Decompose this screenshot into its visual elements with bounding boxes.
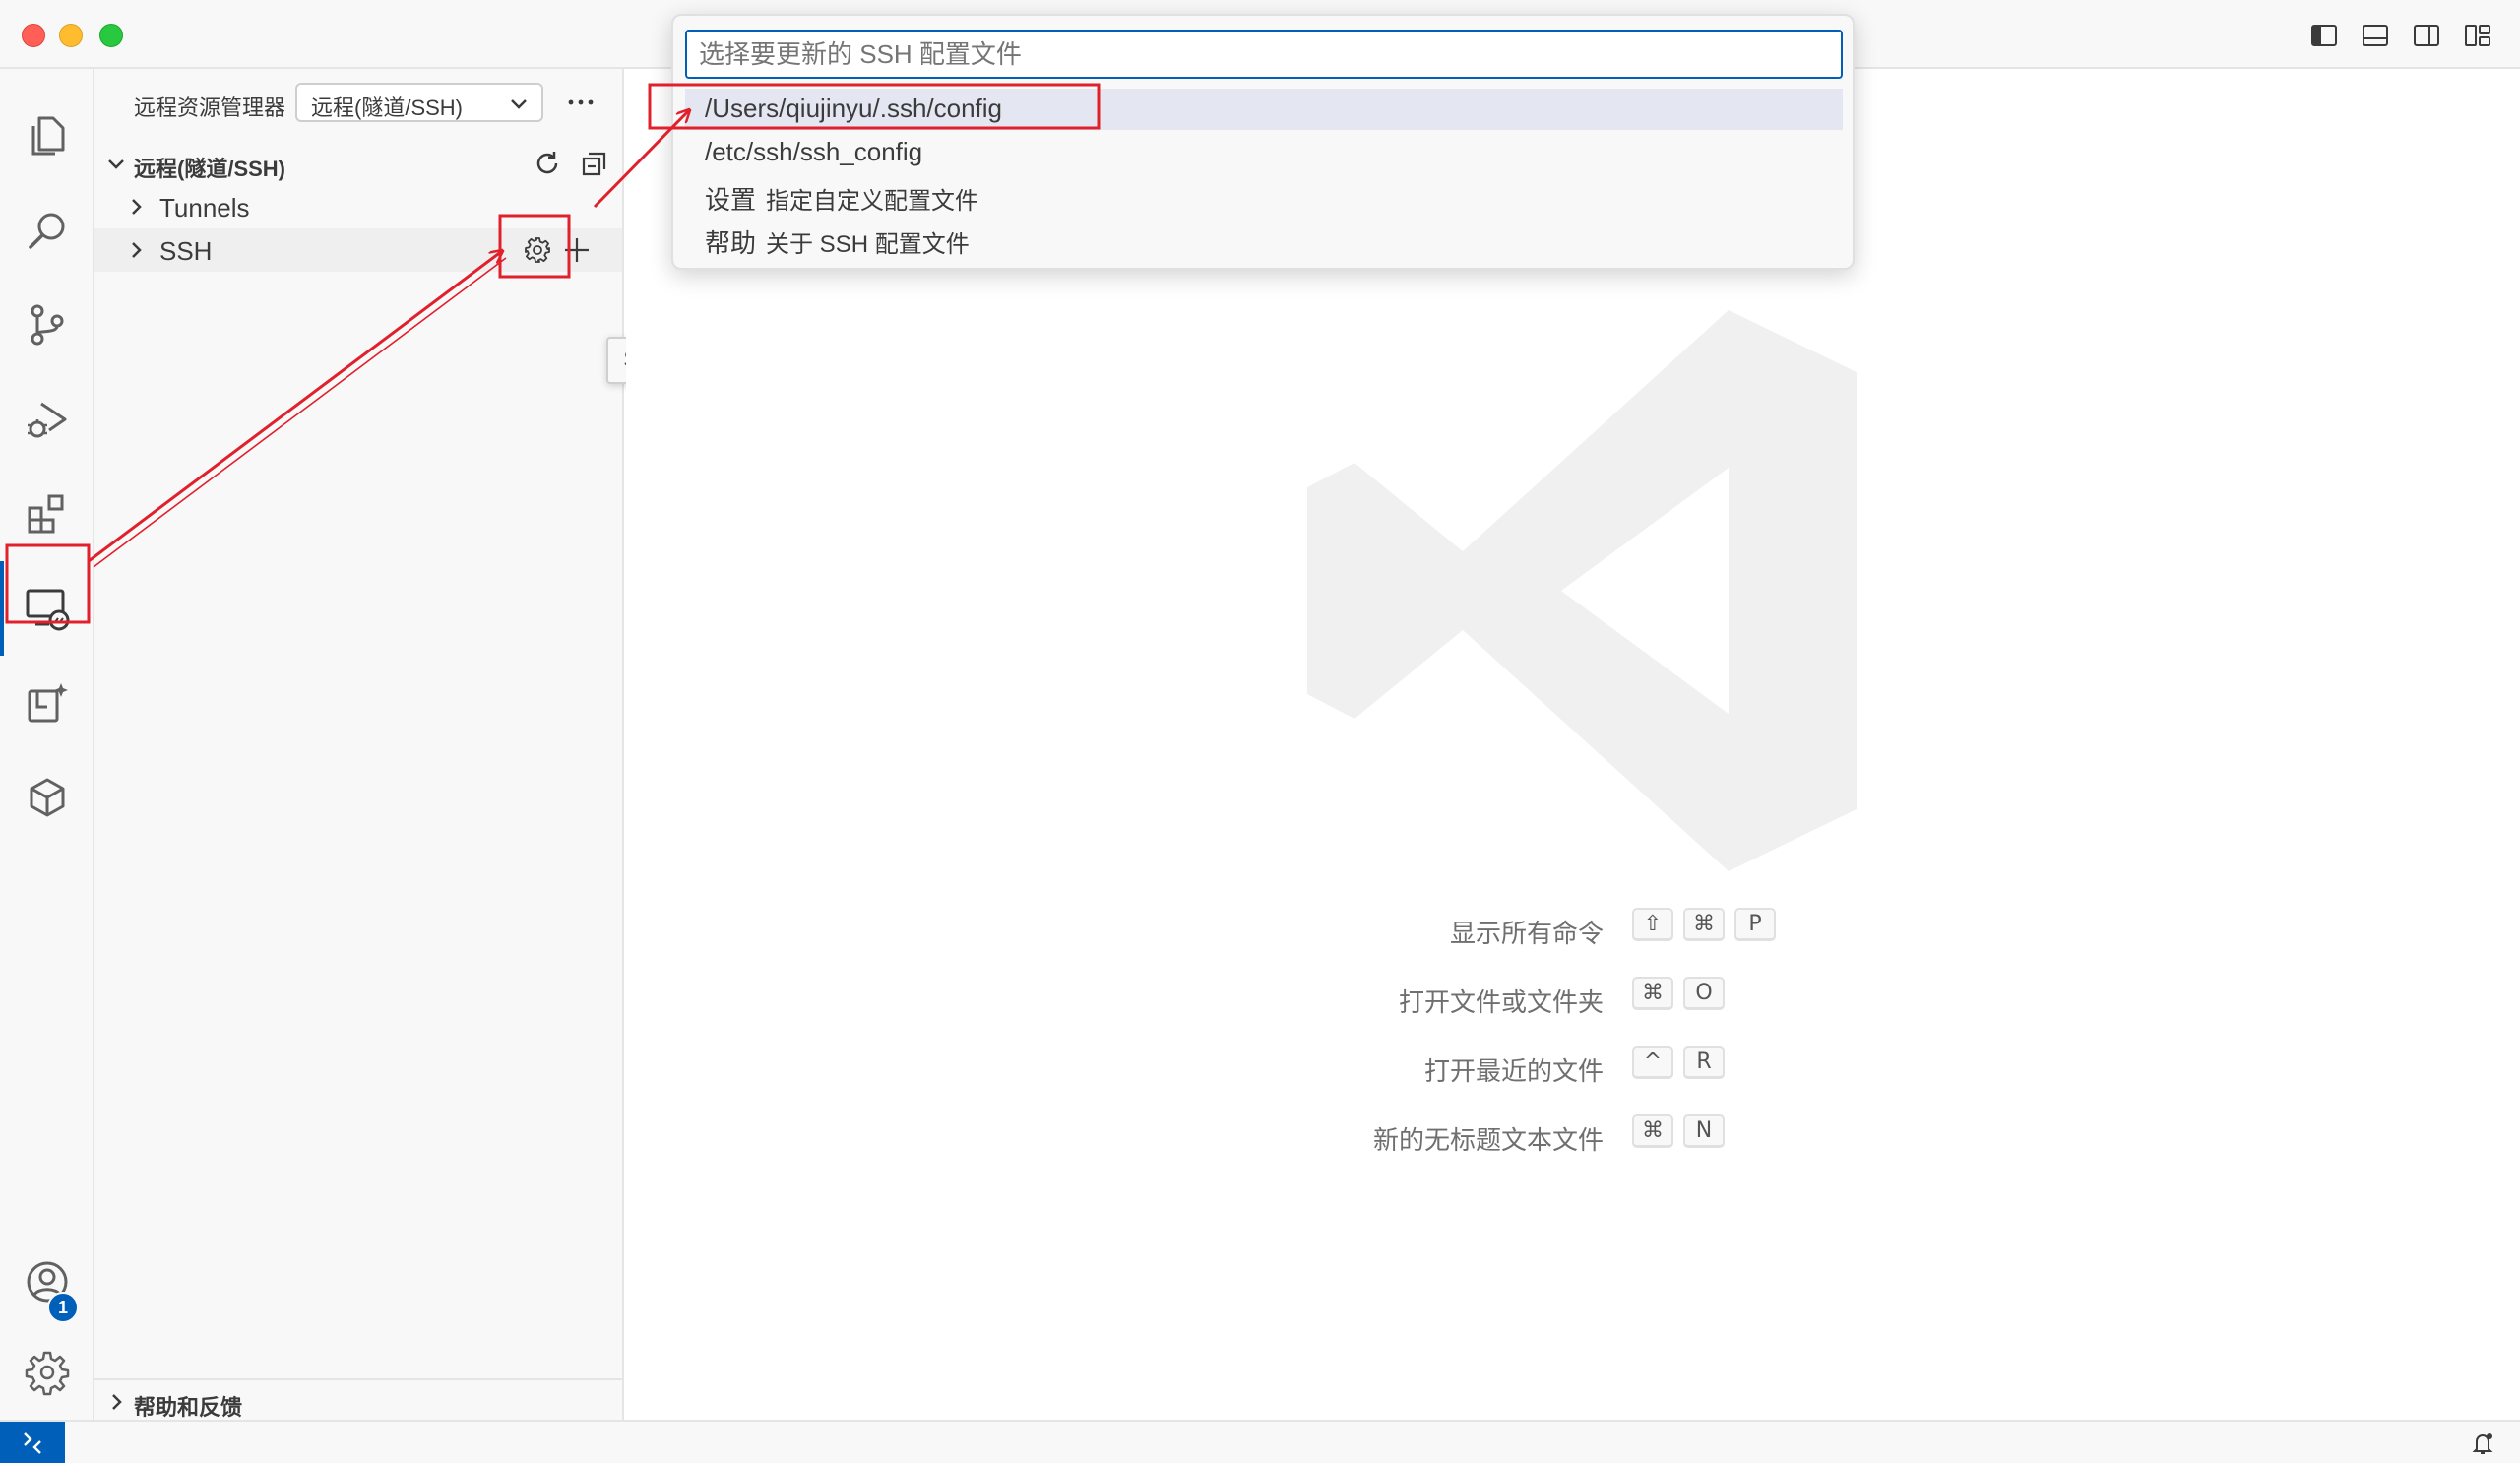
toggle-primary-sidebar-icon[interactable]: [2308, 20, 2340, 51]
explorer-button[interactable]: [0, 89, 94, 183]
search-button[interactable]: [0, 183, 94, 278]
keycap: ^: [1632, 1046, 1673, 1079]
shortcut-label: 打开文件或文件夹: [1398, 987, 1604, 1017]
run-debug-icon: [28, 402, 67, 438]
item-label: /etc/ssh/ssh_config: [705, 137, 923, 166]
accounts-badge: 1: [47, 1292, 79, 1323]
chevron-down-icon: [108, 159, 124, 169]
item-label: 设置: [705, 185, 757, 215]
quick-pick-item-settings[interactable]: 设置 指定自定义配置文件: [685, 175, 1843, 217]
remote-type-select[interactable]: 远程(隧道/SSH): [295, 83, 543, 122]
chevron-right-icon: [132, 199, 142, 215]
tree-item-label: SSH: [159, 236, 213, 266]
remote-connect-icon: [24, 1432, 41, 1454]
containers-button[interactable]: [0, 750, 94, 845]
remote-explorer-button[interactable]: [0, 561, 94, 656]
keycap: R: [1683, 1046, 1725, 1079]
keycap: P: [1734, 908, 1776, 941]
chevron-right-icon: [112, 1394, 122, 1410]
vscode-logo-icon: [1307, 310, 1857, 871]
activity-bar: 1: [0, 69, 94, 1420]
ai-chat-icon: [28, 683, 68, 723]
shortcut-show-all-commands[interactable]: 显示所有命令 ⇧ ⌘ P: [626, 908, 2520, 948]
item-description: 关于 SSH 配置文件: [766, 231, 970, 258]
files-icon: [32, 116, 65, 156]
customize-layout-icon[interactable]: [2462, 20, 2493, 51]
manage-button[interactable]: [0, 1325, 94, 1420]
quick-pick-input[interactable]: [685, 30, 1843, 79]
item-label: /Users/qiujinyu/.ssh/config: [705, 94, 1003, 123]
help-section-title: 帮助和反馈: [134, 1395, 243, 1420]
remote-explorer-icon: [26, 589, 70, 631]
containers-icon: [30, 778, 65, 817]
window-maximize-button[interactable]: [99, 24, 123, 47]
status-bar: [0, 1420, 2520, 1463]
extensions-button[interactable]: [0, 467, 94, 561]
extensions-icon: [28, 494, 64, 534]
window-minimize-button[interactable]: [59, 24, 83, 47]
shortcut-new-untitled-file[interactable]: 新的无标题文本文件 ⌘ N: [626, 1114, 2520, 1155]
toggle-panel-icon[interactable]: [2360, 20, 2391, 51]
tree-item-ssh[interactable]: SSH: [94, 228, 622, 272]
item-description: 指定自定义配置文件: [766, 188, 979, 215]
gear-icon[interactable]: [522, 234, 553, 266]
accounts-button[interactable]: 1: [0, 1235, 94, 1329]
chevron-right-icon: [132, 242, 142, 258]
keycap: O: [1683, 977, 1725, 1010]
tree-item-label: Tunnels: [159, 193, 250, 223]
remote-indicator[interactable]: [0, 1422, 65, 1463]
help-feedback-section[interactable]: 帮助和反馈: [94, 1378, 622, 1420]
window-close-button[interactable]: [22, 24, 45, 47]
remote-explorer-sidebar: 远程资源管理器 远程(隧道/SSH) 远程(隧道/SSH) Tunnels SS…: [94, 69, 689, 1420]
add-icon[interactable]: [561, 234, 593, 266]
shortcut-label: 新的无标题文本文件: [1372, 1125, 1604, 1155]
run-debug-button[interactable]: [0, 372, 94, 467]
quick-pick-item-help[interactable]: 帮助 关于 SSH 配置文件: [685, 219, 1843, 260]
keycap: N: [1683, 1114, 1725, 1148]
quick-pick-item-user-config[interactable]: /Users/qiujinyu/.ssh/config: [685, 89, 1843, 130]
refresh-icon[interactable]: [532, 148, 563, 179]
shortcut-open-file-or-folder[interactable]: 打开文件或文件夹 ⌘ O: [626, 977, 2520, 1017]
quick-pick-item-system-config[interactable]: /etc/ssh/ssh_config: [685, 132, 1843, 173]
source-control-icon: [31, 304, 64, 346]
shortcut-label: 显示所有命令: [1449, 919, 1604, 948]
keycap: ⌘: [1632, 977, 1673, 1010]
notifications-bell-icon[interactable]: [2469, 1430, 2496, 1457]
sidebar-title: 远程资源管理器: [134, 95, 286, 120]
section-title: 远程(隧道/SSH): [134, 157, 286, 181]
chevron-down-icon: [511, 99, 527, 109]
quick-pick-widget: /Users/qiujinyu/.ssh/config /etc/ssh/ssh…: [671, 14, 1855, 270]
gear-icon: [25, 1351, 70, 1396]
item-label: 帮助: [705, 228, 757, 258]
editor-area: 显示所有命令 ⇧ ⌘ P 打开文件或文件夹 ⌘ O 打开最近的文件 ^ R 新的…: [626, 69, 2520, 1420]
keycap: ⇧: [1632, 908, 1673, 941]
remote-type-value: 远程(隧道/SSH): [311, 95, 464, 120]
shortcut-label: 打开最近的文件: [1423, 1056, 1604, 1086]
keycap: ⌘: [1632, 1114, 1673, 1148]
source-control-button[interactable]: [0, 278, 94, 372]
toggle-secondary-sidebar-icon[interactable]: [2411, 20, 2442, 51]
keycap: ⌘: [1683, 908, 1725, 941]
collapse-all-icon[interactable]: [579, 148, 610, 179]
shortcut-open-recent[interactable]: 打开最近的文件 ^ R: [626, 1046, 2520, 1086]
more-actions-icon[interactable]: [563, 85, 598, 120]
tree-item-tunnels[interactable]: Tunnels: [94, 185, 622, 228]
ai-chat-button[interactable]: [0, 656, 94, 750]
remote-section-header[interactable]: 远程(隧道/SSH): [94, 142, 622, 185]
search-icon: [29, 213, 65, 249]
